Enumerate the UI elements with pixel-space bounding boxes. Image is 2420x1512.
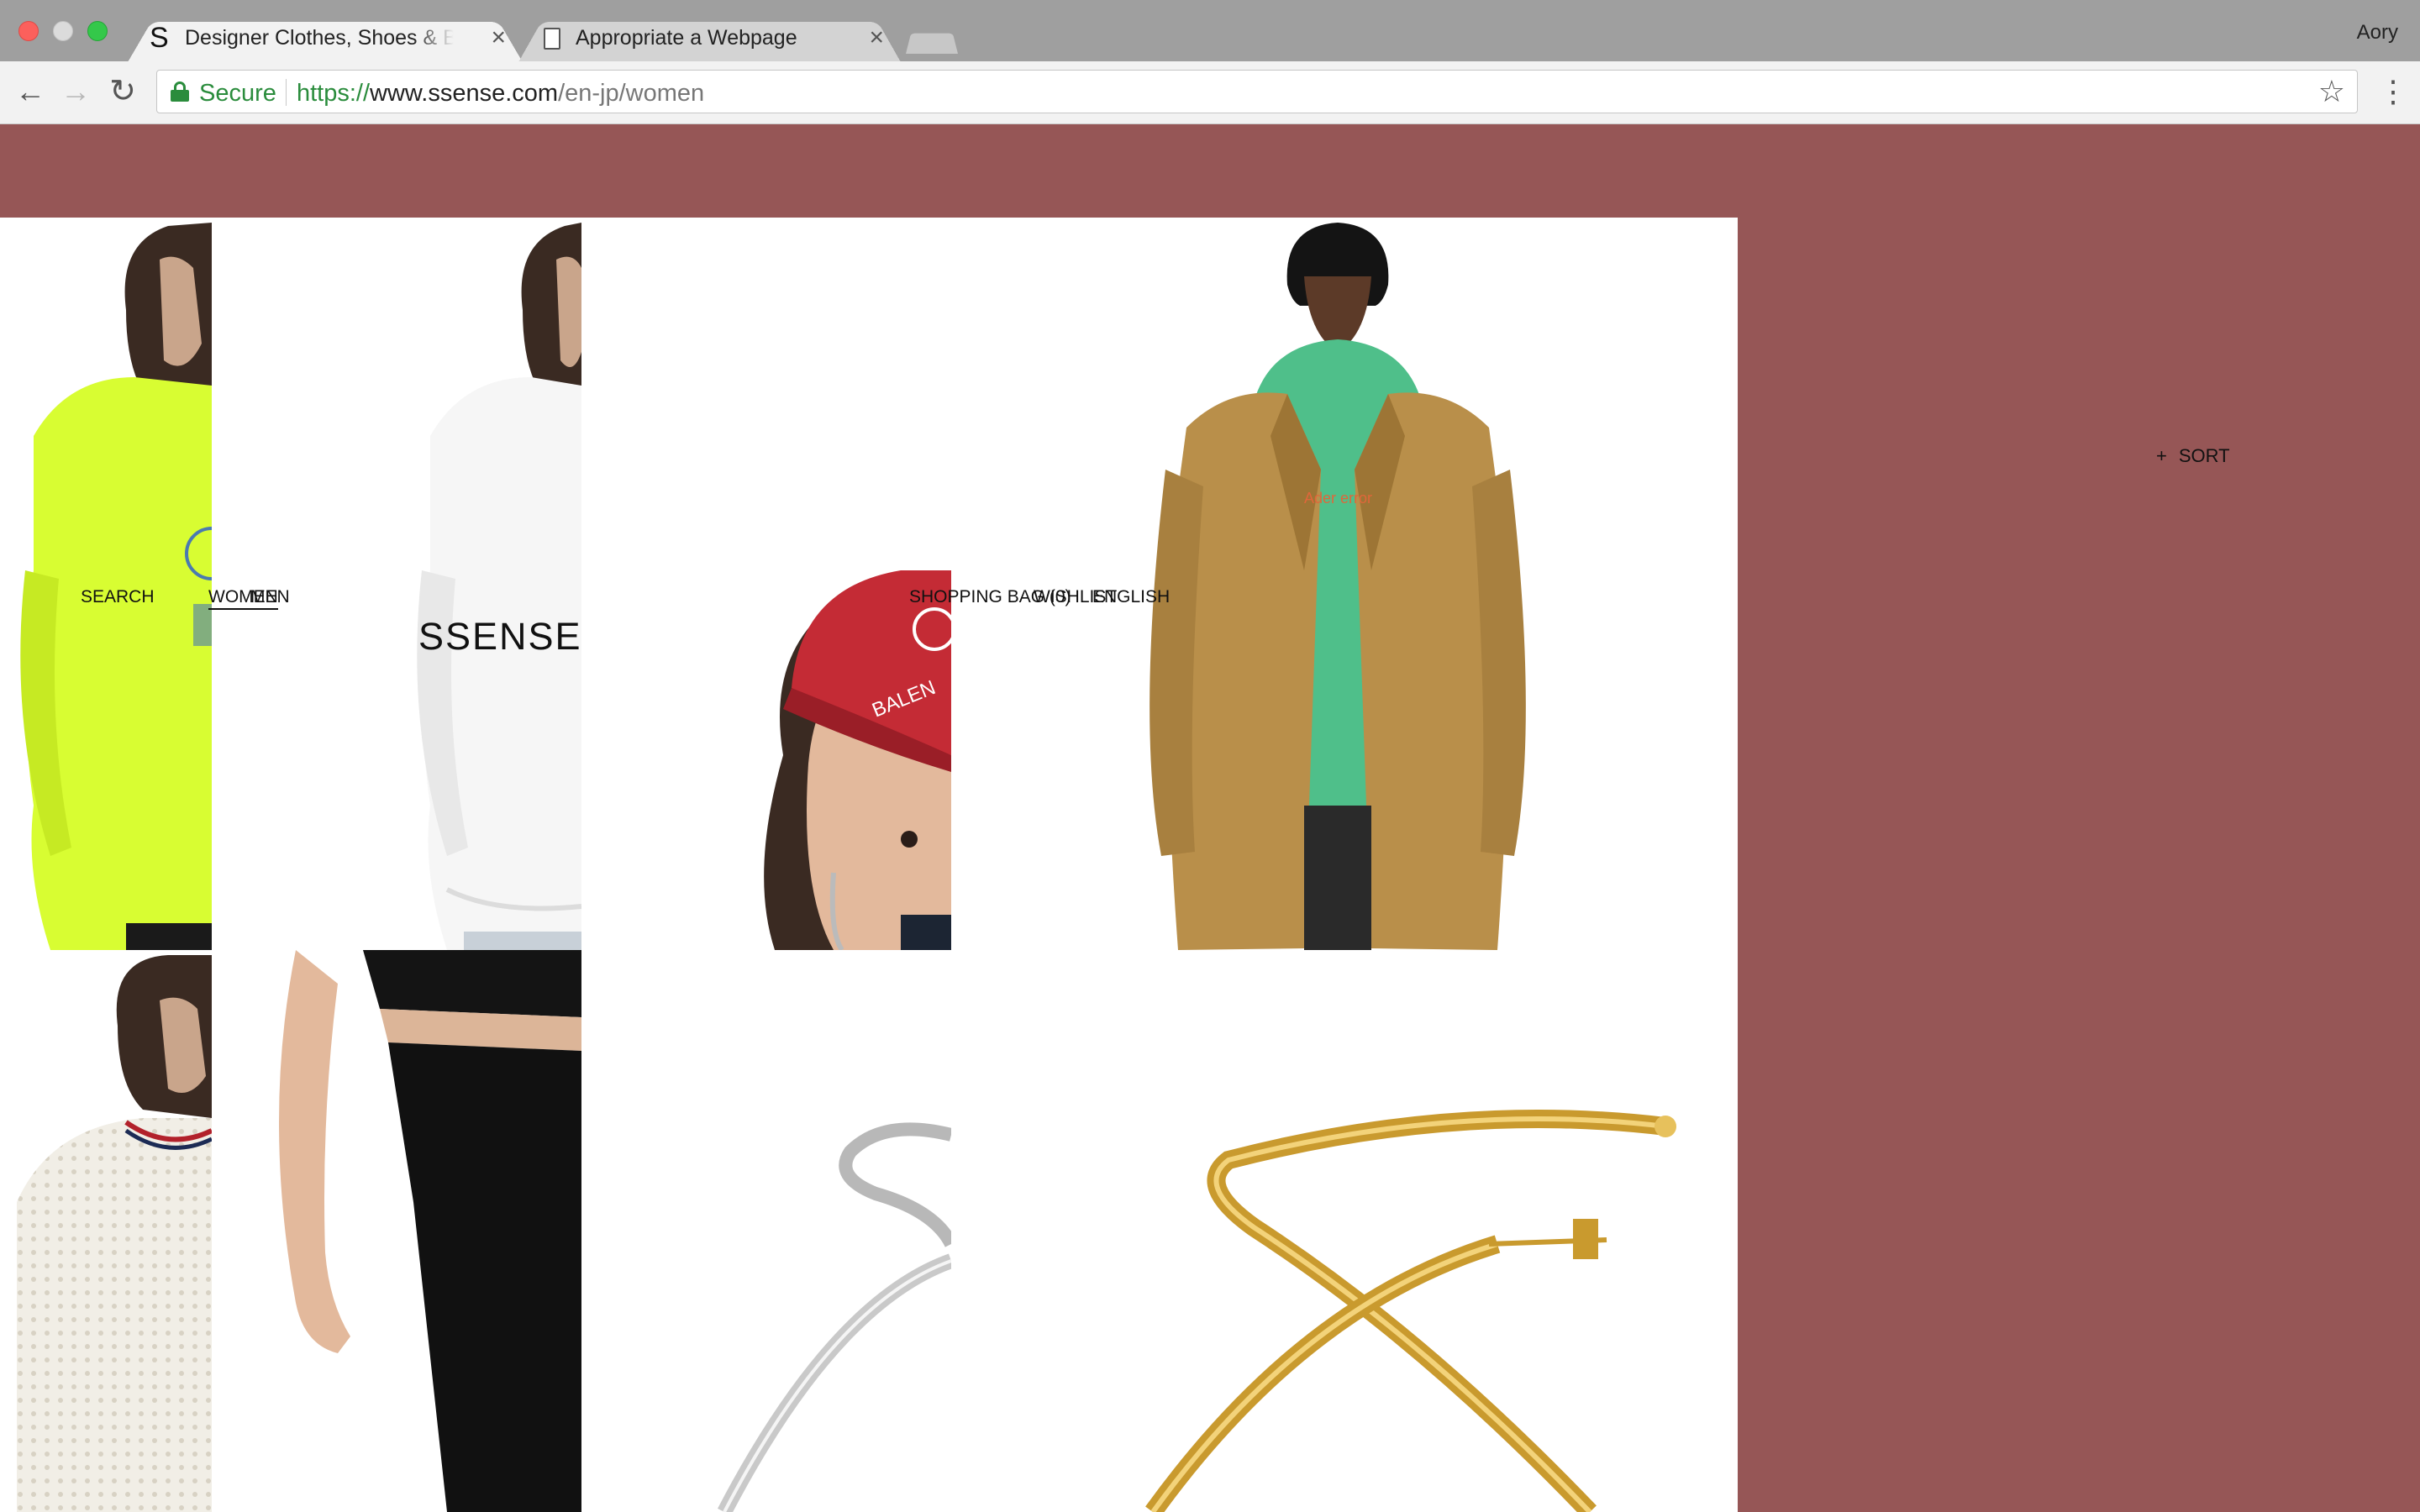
url-host: www.ssense.com xyxy=(370,80,559,107)
window-minimize-button[interactable] xyxy=(53,21,73,41)
black-outfit-image xyxy=(279,950,581,1512)
tab-title: Designer Clothes, Shoes & Bags for Women… xyxy=(185,26,454,50)
ssense-logo[interactable]: SSENSE xyxy=(418,615,582,659)
sort-button[interactable]: + SORT xyxy=(2156,445,2230,467)
url-text[interactable]: https://www.ssense.com/en-jp/women xyxy=(297,80,704,108)
tab-background xyxy=(906,33,958,54)
url-divider xyxy=(286,79,287,106)
plus-icon: + xyxy=(2156,445,2167,466)
ssense-favicon-icon: S xyxy=(150,22,169,54)
secure-label[interactable]: Secure xyxy=(199,80,276,108)
tab-close-icon[interactable]: × xyxy=(491,24,506,52)
tab-close-icon[interactable]: × xyxy=(869,24,884,52)
svg-text:Ader error: Ader error xyxy=(1304,490,1372,507)
white-hoodie-image xyxy=(417,223,581,950)
product-image-white-hoodie[interactable] xyxy=(212,218,581,950)
page-icon xyxy=(544,28,560,50)
product-image-silver-earring[interactable] xyxy=(581,950,951,1512)
product-image-knit-sweater[interactable] xyxy=(0,950,212,1512)
browser-menu-icon[interactable]: ⋮ xyxy=(2378,76,2408,107)
window-maximize-button[interactable] xyxy=(87,21,108,41)
tab-appropriate[interactable]: Appropriate a Webpage × xyxy=(518,15,901,62)
tab-title: Appropriate a Webpage xyxy=(576,26,797,50)
back-arrow-icon[interactable]: ← xyxy=(12,73,49,110)
product-grid: BALEN Ader error SEARCH WOMEN MEN SHOPPI… xyxy=(0,218,1738,1512)
lock-icon[interactable] xyxy=(171,81,189,102)
red-cap-image: BALEN xyxy=(764,570,951,950)
nav-men-link[interactable]: MEN xyxy=(250,587,290,607)
product-image-lime-hoodie[interactable] xyxy=(0,218,212,950)
url-scheme: https:// xyxy=(297,80,371,107)
window-close-button[interactable] xyxy=(18,21,39,41)
tab-strip: S Designer Clothes, Shoes & Bags for Wom… xyxy=(0,0,2420,62)
tab-ssense[interactable]: S Designer Clothes, Shoes & Bags for Wom… xyxy=(128,15,523,62)
bookmark-star-icon[interactable]: ☆ xyxy=(2318,74,2345,109)
gold-earring-image xyxy=(1145,1110,1676,1512)
lime-hoodie-image xyxy=(20,223,212,950)
camel-coat-image: Ader error xyxy=(1150,223,1526,950)
profile-name[interactable]: Aory xyxy=(2357,21,2398,45)
reload-icon[interactable]: ↻ xyxy=(104,73,141,110)
product-image-camel-coat[interactable]: Ader error xyxy=(951,218,1738,950)
nav-language-link[interactable]: ENGLISH xyxy=(1092,587,1170,607)
product-image-gold-earring[interactable] xyxy=(951,950,1738,1512)
new-tab-button[interactable] xyxy=(906,27,958,54)
sort-label: SORT xyxy=(2178,445,2230,466)
address-bar[interactable]: Secure https://www.ssense.com/en-jp/wome… xyxy=(156,70,2358,113)
silver-earring-image xyxy=(718,1122,951,1512)
product-image-black-outfit[interactable] xyxy=(212,950,581,1512)
browser-toolbar: ← → ↻ Secure https://www.ssense.com/en-j… xyxy=(0,61,2420,124)
product-image-red-cap[interactable]: BALEN xyxy=(581,218,951,950)
nav-search-link[interactable]: SEARCH xyxy=(81,587,155,607)
url-path: /en-jp/women xyxy=(558,80,705,107)
page-content: BALEN Ader error SEARCH WOMEN MEN SHOPPI… xyxy=(0,125,2420,1512)
forward-arrow-icon[interactable]: → xyxy=(57,73,94,110)
knit-sweater-image xyxy=(17,955,212,1512)
